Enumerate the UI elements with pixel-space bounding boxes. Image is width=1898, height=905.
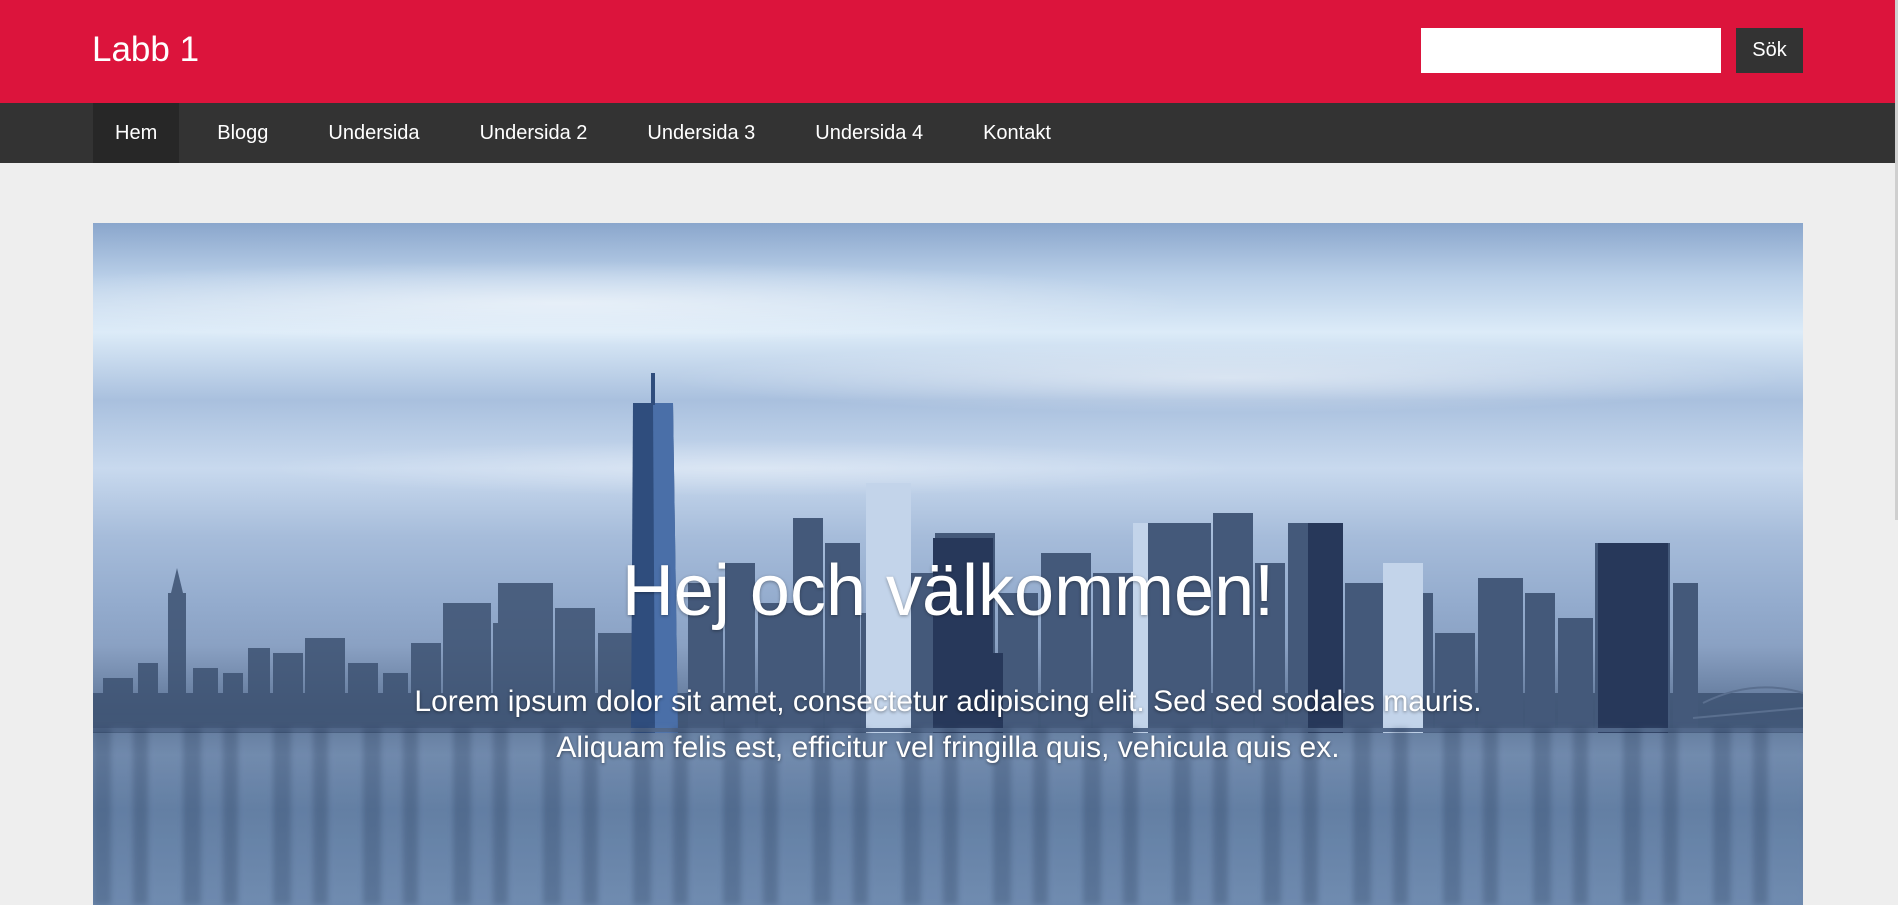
search-button[interactable]: Sök [1736,28,1803,73]
nav-item-blogg[interactable]: Blogg [195,103,290,163]
hero-text: Lorem ipsum dolor sit amet, consectetur … [414,685,1482,764]
nav-item-kontakt[interactable]: Kontakt [961,103,1073,163]
page: Labb 1 Sök Hem Blogg Undersida Undersida… [0,0,1898,905]
hero-banner: Hej och välkommen! Lorem ipsum dolor sit… [93,223,1803,905]
site-title[interactable]: Labb 1 [92,30,199,70]
nav-item-undersida-4[interactable]: Undersida 4 [793,103,945,163]
nav-item-undersida[interactable]: Undersida [306,103,441,163]
nav-item-hem[interactable]: Hem [93,103,180,163]
main-nav: Hem Blogg Undersida Undersida 2 Undersid… [0,103,1895,163]
hero-heading: Hej och välkommen! [621,551,1275,631]
nav-list: Hem Blogg Undersida Undersida 2 Undersid… [93,103,1089,163]
site-header: Labb 1 Sök [0,0,1895,103]
nav-item-undersida-2[interactable]: Undersida 2 [458,103,610,163]
nav-item-undersida-3[interactable]: Undersida 3 [625,103,777,163]
search-input[interactable] [1421,28,1721,73]
